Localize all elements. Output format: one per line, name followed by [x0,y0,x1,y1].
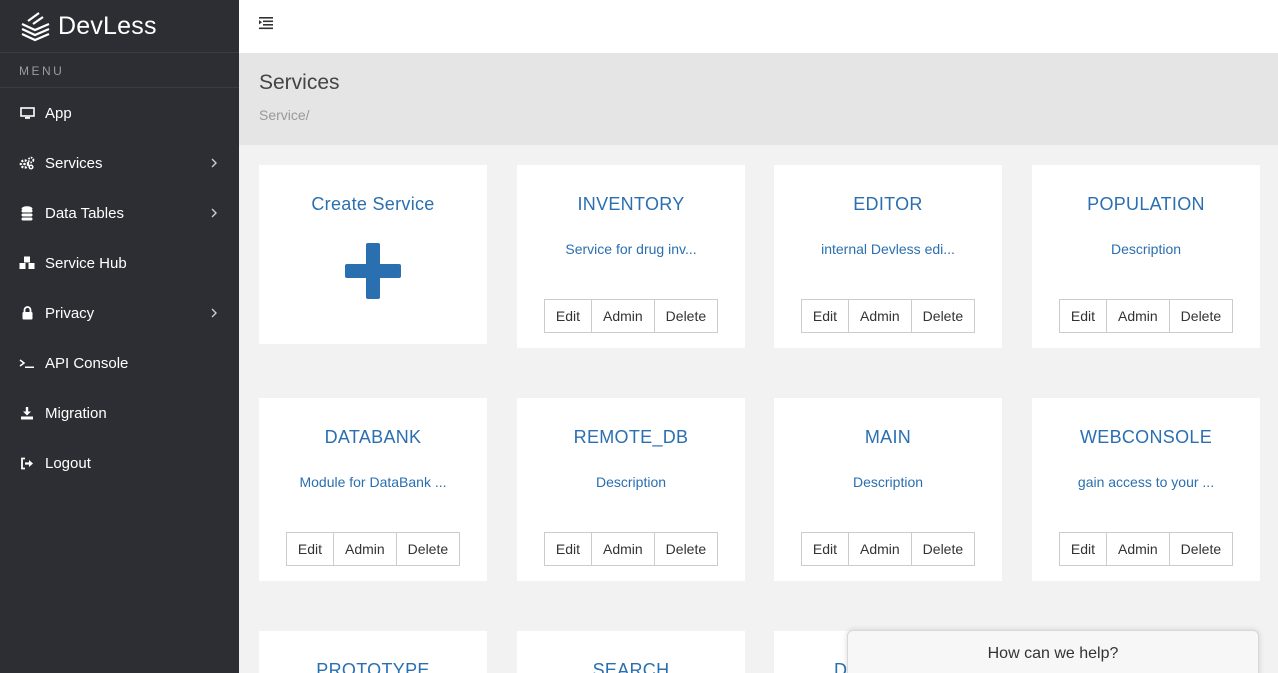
service-card: WEBCONSOLE gain access to your ... Edit … [1032,398,1260,581]
service-description: Description [1110,241,1182,257]
edit-button[interactable]: Edit [285,532,334,566]
brand[interactable]: DevLess [0,0,239,53]
help-widget-label: How can we help? [987,645,1119,662]
service-actions: Edit Admin Delete [517,299,745,333]
admin-button[interactable]: Admin [1105,299,1170,333]
admin-button[interactable]: Admin [847,299,912,333]
edit-button[interactable]: Edit [800,299,849,333]
lock-icon [19,305,35,321]
sidebar-item-label: Services [45,154,103,172]
edit-button[interactable]: Edit [1058,299,1107,333]
page-title: Services [259,71,340,94]
sidebar-item-label: API Console [45,354,129,372]
admin-button[interactable]: Admin [1105,532,1170,566]
sidebar-item-data-tables[interactable]: Data Tables [0,188,239,238]
service-description: Description [595,474,667,490]
edit-button[interactable]: Edit [543,532,592,566]
service-actions: Edit Admin Delete [1032,299,1260,333]
service-actions: Edit Admin Delete [517,532,745,566]
sidebar-item-label: App [45,104,72,122]
sidebar: DevLess MENU App Services Data Tables Se… [0,0,239,673]
download-icon [19,405,35,421]
desktop-icon [19,105,35,121]
plus-icon[interactable] [345,243,401,299]
service-actions: Edit Admin Delete [1032,532,1260,566]
sidebar-item-services[interactable]: Services [0,138,239,188]
admin-button[interactable]: Admin [590,532,655,566]
service-name[interactable]: EDITOR [774,194,1002,215]
terminal-icon [19,355,35,371]
service-name[interactable]: DATABANK [259,427,487,448]
service-name[interactable]: PROTOTYPE [259,660,487,673]
sidebar-item-privacy[interactable]: Privacy [0,288,239,338]
edit-button[interactable]: Edit [543,299,592,333]
service-name[interactable]: REMOTE_DB [517,427,745,448]
brand-name: DevLess [58,11,157,40]
admin-button[interactable]: Admin [847,532,912,566]
service-description: gain access to your ... [1077,474,1215,490]
sidebar-item-service-hub[interactable]: Service Hub [0,238,239,288]
service-actions: Edit Admin Delete [259,532,487,566]
edit-button[interactable]: Edit [800,532,849,566]
delete-button[interactable]: Delete [653,299,719,333]
admin-button[interactable]: Admin [590,299,655,333]
service-card: SEARCH [517,631,745,673]
cogs-icon [19,155,35,171]
sidebar-item-app[interactable]: App [0,88,239,138]
service-card: MAIN Description Edit Admin Delete [774,398,1002,581]
delete-button[interactable]: Delete [395,532,461,566]
service-description: internal Devless edi... [821,241,955,257]
create-service-card[interactable]: Create Service [259,165,487,344]
delete-button[interactable]: Delete [910,532,976,566]
service-description: Service for drug inv... [565,241,697,257]
cubes-icon [19,255,35,271]
chevron-right-icon [211,208,217,218]
service-card: REMOTE_DB Description Edit Admin Delete [517,398,745,581]
sidebar-item-label: Data Tables [45,204,124,222]
breadcrumb[interactable]: Service/ [259,107,310,123]
service-card: INVENTORY Service for drug inv... Edit A… [517,165,745,348]
sidebar-item-api-console[interactable]: API Console [0,338,239,388]
sidebar-item-label: Migration [45,404,107,422]
devless-logo-icon [21,11,50,41]
sidebar-item-label: Privacy [45,304,95,322]
admin-button[interactable]: Admin [332,532,397,566]
create-service-title[interactable]: Create Service [259,194,487,215]
service-description: Module for DataBank ... [299,474,447,490]
service-card: EDITOR internal Devless edi... Edit Admi… [774,165,1002,348]
service-name[interactable]: WEBCONSOLE [1032,427,1260,448]
sidebar-item-label: Logout [45,454,91,472]
database-icon [19,205,35,221]
delete-button[interactable]: Delete [1168,299,1234,333]
service-name[interactable]: POPULATION [1032,194,1260,215]
menu-toggle-icon[interactable] [258,15,276,31]
sidebar-item-migration[interactable]: Migration [0,388,239,438]
chevron-right-icon [211,308,217,318]
menu-heading: MENU [0,53,239,88]
delete-button[interactable]: Delete [653,532,719,566]
delete-button[interactable]: Delete [910,299,976,333]
sign-out-icon [19,455,35,471]
help-widget[interactable]: How can we help? [847,630,1259,673]
service-card: POPULATION Description Edit Admin Delete [1032,165,1260,348]
service-actions: Edit Admin Delete [774,299,1002,333]
delete-button[interactable]: Delete [1168,532,1234,566]
edit-button[interactable]: Edit [1058,532,1107,566]
page-header: Services Service/ [239,53,1278,145]
service-actions: Edit Admin Delete [774,532,1002,566]
top-bar [239,0,1278,53]
service-card: DATABANK Module for DataBank ... Edit Ad… [259,398,487,581]
service-description: Description [852,474,924,490]
sidebar-item-label: Service Hub [45,254,127,272]
service-name[interactable]: MAIN [774,427,1002,448]
sidebar-item-logout[interactable]: Logout [0,438,239,488]
service-card: PROTOTYPE [259,631,487,673]
service-name[interactable]: D [834,660,847,673]
service-name[interactable]: SEARCH [517,660,745,673]
chevron-right-icon [211,158,217,168]
service-name[interactable]: INVENTORY [517,194,745,215]
